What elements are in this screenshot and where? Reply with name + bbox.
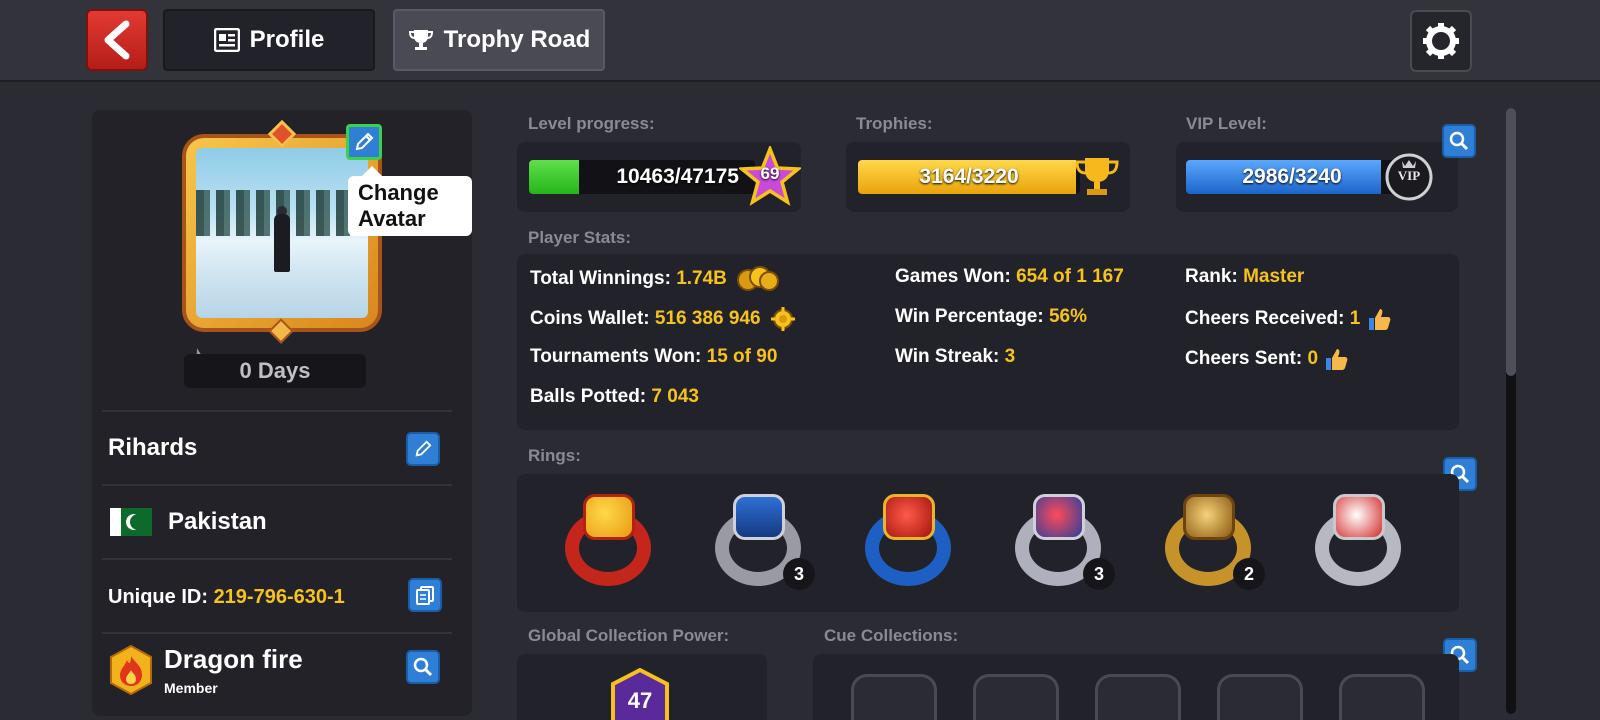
edit-name-button[interactable] bbox=[406, 432, 440, 466]
vip-level-label: VIP Level: bbox=[1186, 114, 1267, 133]
profile-panel: Change Avatar 0 Days Rihards Pakistan Un… bbox=[92, 110, 472, 716]
streak-days: 0 Days bbox=[184, 354, 366, 388]
ring-champions-gold[interactable]: 2 bbox=[1161, 492, 1265, 592]
player-stats-box: Total Winnings: 1.74B Coins Wallet: 516 … bbox=[517, 254, 1459, 430]
vip-level-bar: 2986/3240 bbox=[1186, 160, 1398, 194]
profile-card-icon bbox=[213, 28, 240, 52]
vip-level-value: 2986/3240 bbox=[1242, 165, 1342, 188]
stat-win-streak: Win Streak: 3 bbox=[895, 346, 1016, 367]
unique-id-label: Unique ID: bbox=[108, 586, 208, 608]
copy-icon bbox=[416, 586, 434, 605]
copy-id-button[interactable] bbox=[408, 578, 442, 612]
rings-box: 3 3 2 bbox=[517, 474, 1459, 612]
vip-badge-text: VIP bbox=[1397, 168, 1421, 183]
trophies-box: 3164/3220 bbox=[846, 142, 1130, 212]
ring-legend[interactable] bbox=[561, 492, 657, 592]
search-icon bbox=[413, 657, 433, 677]
level-progress-bar: 10463/47175 bbox=[529, 160, 755, 194]
streak-days-value: 0 Days bbox=[239, 358, 311, 383]
settings-button[interactable] bbox=[1410, 10, 1472, 72]
unique-id-row: Unique ID: 219-796-630-1 bbox=[102, 558, 452, 630]
back-button[interactable] bbox=[86, 9, 148, 71]
rings-label: Rings: bbox=[528, 446, 581, 465]
global-collection-power-box: 47 bbox=[517, 654, 767, 720]
avatar bbox=[196, 148, 368, 318]
pencil-icon bbox=[355, 132, 374, 151]
club-name: Dragon fire bbox=[164, 644, 303, 674]
trophies-bar: 3164/3220 bbox=[858, 160, 1080, 194]
level-progress-value: 10463/47175 bbox=[616, 165, 739, 188]
pakistan-flag-icon bbox=[110, 508, 152, 536]
club-role: Member bbox=[164, 680, 218, 696]
chevron-left-icon bbox=[104, 20, 130, 60]
search-icon bbox=[1449, 131, 1469, 151]
scrollbar-thumb[interactable] bbox=[1506, 108, 1516, 376]
trophy-icon bbox=[408, 30, 433, 50]
trophy-cup-icon bbox=[1075, 158, 1119, 195]
level-badge-value: 69 bbox=[760, 164, 780, 183]
country-row: Pakistan bbox=[102, 484, 452, 556]
stat-balls-potted: Balls Potted: 7 043 bbox=[530, 386, 699, 407]
ring-master-moscow[interactable]: 3 bbox=[711, 492, 815, 592]
stat-tournaments-won: Tournaments Won: 15 of 90 bbox=[530, 346, 778, 367]
tab-trophy-road[interactable]: Trophy Road bbox=[393, 9, 605, 71]
cue-collection-slot[interactable] bbox=[1095, 674, 1181, 720]
trophies-label: Trophies: bbox=[856, 114, 933, 133]
stat-win-percentage: Win Percentage: 56% bbox=[895, 306, 1088, 327]
stat-rank: Rank: Master bbox=[1185, 266, 1305, 287]
global-collection-power-label: Global Collection Power: bbox=[528, 626, 730, 645]
trophies-value: 3164/3220 bbox=[919, 165, 1019, 188]
avatar-person bbox=[274, 214, 290, 272]
club-badge-icon bbox=[110, 644, 152, 696]
tab-trophy-road-label: Trophy Road bbox=[443, 26, 591, 53]
cue-collections-label: Cue Collections: bbox=[824, 626, 959, 645]
cue-collections-box[interactable] bbox=[813, 654, 1459, 720]
name-row: Rihards bbox=[102, 410, 452, 482]
ring-count: 3 bbox=[1083, 558, 1115, 590]
gear-icon bbox=[1423, 23, 1459, 59]
tab-profile-label: Profile bbox=[249, 26, 325, 53]
frame-gem-bottom bbox=[268, 318, 294, 344]
stat-games-won: Games Won: 654 of 1 167 bbox=[895, 266, 1124, 287]
coin-icon bbox=[770, 307, 795, 331]
player-name: Rihards bbox=[108, 434, 198, 461]
cue-collection-slot[interactable] bbox=[851, 674, 937, 720]
change-avatar-button[interactable] bbox=[346, 124, 382, 160]
thumbs-up-icon bbox=[1368, 309, 1391, 330]
club-search-button[interactable] bbox=[406, 650, 440, 684]
global-collection-power-value: 47 bbox=[627, 688, 653, 713]
stat-cheers-sent: Cheers Sent: 0 bbox=[1185, 346, 1349, 372]
player-stats-label: Player Stats: bbox=[528, 228, 631, 247]
ring-count: 3 bbox=[783, 558, 815, 590]
unique-id-value: 219-796-630-1 bbox=[213, 586, 345, 608]
vip-level-box: 2986/3240 VIP bbox=[1176, 142, 1458, 212]
thumbs-up-icon bbox=[1326, 349, 1348, 370]
frame-gem-top bbox=[267, 119, 297, 149]
top-bar: Profile Trophy Road bbox=[0, 0, 1600, 82]
vip-search-button[interactable] bbox=[1442, 124, 1476, 158]
level-progress-label: Level progress: bbox=[528, 114, 655, 133]
tab-profile[interactable]: Profile bbox=[163, 9, 375, 71]
cue-collection-slot[interactable] bbox=[1217, 674, 1303, 720]
club-row: Dragon fire Member bbox=[102, 632, 452, 712]
country-name: Pakistan bbox=[168, 508, 267, 535]
pencil-icon bbox=[415, 440, 432, 457]
stat-total-winnings: Total Winnings: 1.74B bbox=[530, 266, 780, 292]
stat-cheers-received: Cheers Received: 1 bbox=[1185, 306, 1392, 332]
stat-coins-wallet: Coins Wallet: 516 386 946 bbox=[530, 306, 796, 332]
ring-champion-blue[interactable] bbox=[861, 492, 957, 592]
ring-count: 2 bbox=[1233, 558, 1265, 590]
cue-collection-slot[interactable] bbox=[1339, 674, 1425, 720]
level-progress-box: 10463/47175 69 bbox=[517, 142, 801, 212]
change-avatar-tooltip: Change Avatar bbox=[348, 166, 472, 236]
coins-stack-icon bbox=[737, 266, 780, 291]
ring-toronto[interactable]: 3 bbox=[1011, 492, 1115, 592]
cue-collection-slot[interactable] bbox=[973, 674, 1059, 720]
ring-las-vegas[interactable] bbox=[1311, 492, 1407, 592]
